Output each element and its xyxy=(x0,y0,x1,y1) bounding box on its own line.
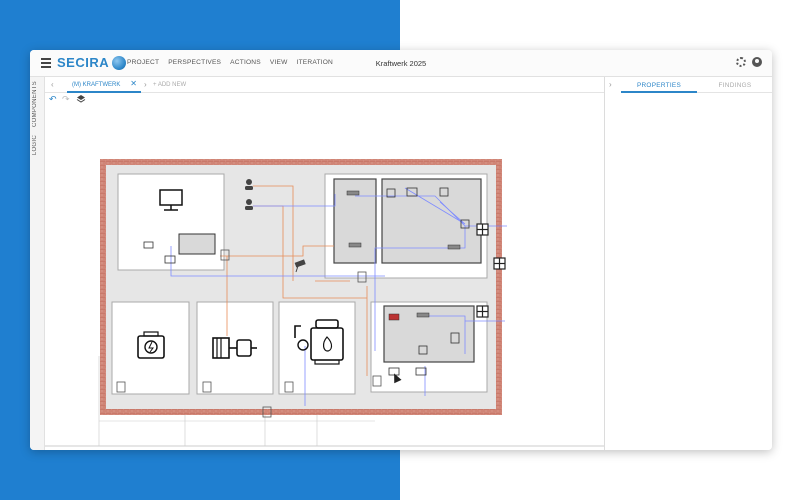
left-sidebar: COMPONENTS LOGIC xyxy=(30,77,45,450)
network-grid-icon[interactable] xyxy=(493,257,506,270)
right-panel: › PROPERTIES FINDINGS xyxy=(604,77,772,450)
gear-icon[interactable] xyxy=(736,57,746,67)
tab-kraftwerk[interactable]: (M) KRAFTWERK ✕ xyxy=(67,77,141,93)
plant-diagram xyxy=(45,159,605,447)
chevron-right-icon[interactable]: › xyxy=(144,80,147,89)
chevron-right-icon[interactable]: › xyxy=(609,80,612,89)
tab-kraftwerk-label: (M) KRAFTWERK xyxy=(72,82,121,88)
editor-toolbar: ↶ ↷ xyxy=(45,93,605,106)
server-icon[interactable] xyxy=(348,242,362,248)
tab-findings[interactable]: FINDINGS xyxy=(697,77,772,93)
switch-cabinet[interactable] xyxy=(178,233,216,255)
redo-icon[interactable]: ↷ xyxy=(62,94,70,105)
window-title: Kraftwerk 2025 xyxy=(375,59,427,68)
undo-icon[interactable]: ↶ xyxy=(49,94,57,105)
add-new-button[interactable]: + ADD NEW xyxy=(153,82,186,88)
top-icons xyxy=(736,57,762,67)
tab-components[interactable]: COMPONENTS xyxy=(32,81,38,127)
network-grid-icon[interactable] xyxy=(476,223,489,236)
server-icon[interactable] xyxy=(416,312,430,318)
plc-icon[interactable] xyxy=(388,313,400,321)
chevron-left-icon[interactable]: ‹ xyxy=(51,80,54,89)
tab-properties[interactable]: PROPERTIES xyxy=(621,77,697,93)
top-bar: SECIRA PROJECT PERSPECTIVES ACTIONS VIEW… xyxy=(30,50,772,77)
editor-tab-bar: ‹ (M) KRAFTWERK ✕ › + ADD NEW xyxy=(45,77,605,93)
server-icon[interactable] xyxy=(346,190,360,196)
app-window: SECIRA PROJECT PERSPECTIVES ACTIONS VIEW… xyxy=(30,50,772,450)
layers-icon[interactable] xyxy=(76,94,86,104)
diagram-canvas[interactable] xyxy=(45,106,605,450)
network-grid-icon[interactable] xyxy=(476,305,489,318)
close-icon[interactable]: ✕ xyxy=(130,79,137,88)
tab-logic[interactable]: LOGIC xyxy=(32,135,38,155)
server-icon[interactable] xyxy=(447,244,461,250)
user-icon[interactable] xyxy=(752,57,762,67)
cabinet-right[interactable] xyxy=(381,178,482,264)
